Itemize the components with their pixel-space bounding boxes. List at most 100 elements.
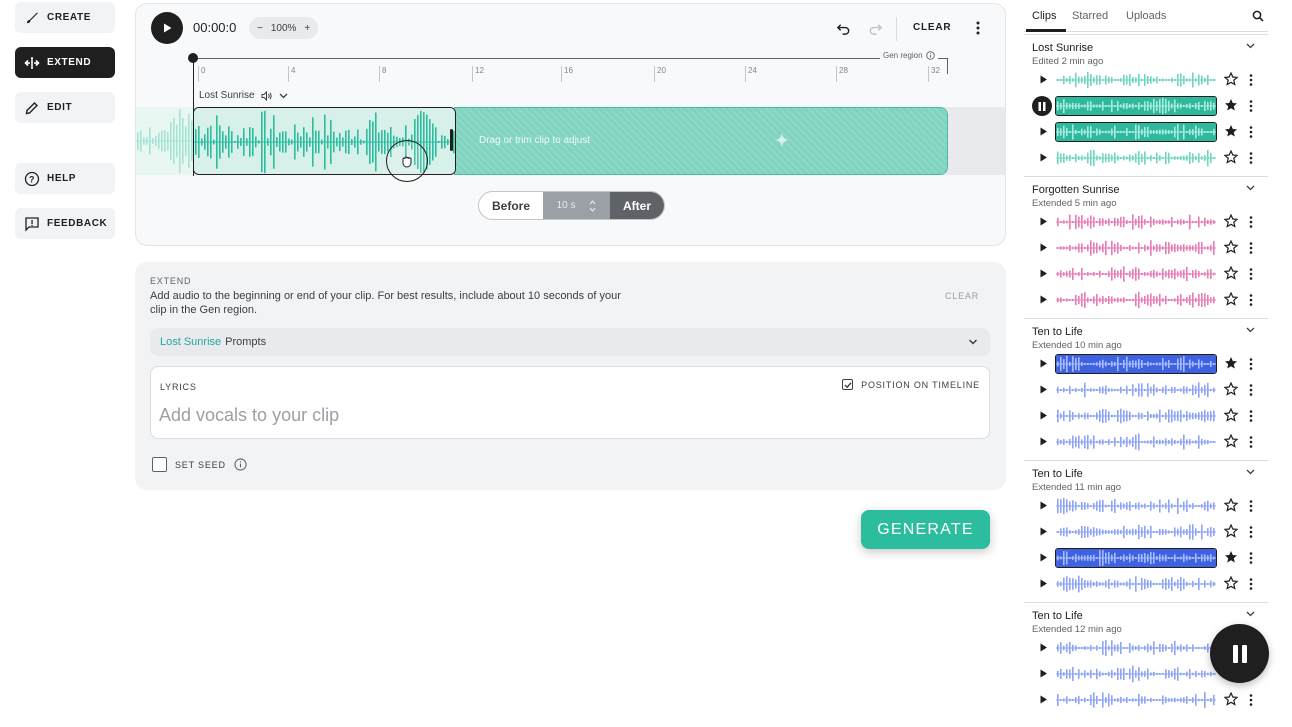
redo-button[interactable] (866, 19, 884, 37)
chevron-down-icon[interactable] (279, 93, 288, 99)
clip-play-icon[interactable] (1038, 500, 1049, 511)
clip-play-icon[interactable] (1038, 578, 1049, 589)
seed-checkbox[interactable] (152, 457, 167, 472)
clip-row[interactable] (1024, 430, 1268, 454)
play-button[interactable] (151, 12, 183, 44)
floating-pause-button[interactable] (1210, 624, 1269, 683)
clip-waveform[interactable] (1056, 665, 1216, 683)
chevron-down-icon[interactable] (1246, 43, 1255, 49)
clip-row[interactable] (1024, 94, 1268, 118)
clip-play-icon[interactable] (1038, 436, 1049, 447)
clip-row[interactable] (1024, 68, 1268, 92)
clip-waveform[interactable] (1055, 354, 1217, 374)
clip-row[interactable] (1024, 120, 1268, 144)
chevron-down-icon[interactable] (1246, 611, 1255, 617)
more-vert-icon[interactable] (1248, 357, 1254, 371)
clip-row[interactable] (1024, 520, 1268, 544)
chevron-down-icon[interactable] (1246, 185, 1255, 191)
clip-play-icon[interactable] (1038, 294, 1049, 305)
more-vert-icon[interactable] (1248, 577, 1254, 591)
after-button[interactable]: After (610, 192, 664, 219)
clip-waveform[interactable] (1056, 497, 1216, 515)
tab-clips[interactable]: Clips (1032, 10, 1056, 22)
clip-play-icon[interactable] (1038, 526, 1049, 537)
clip-play-icon[interactable] (1038, 242, 1049, 253)
more-vert-icon[interactable] (1248, 293, 1254, 307)
clip-waveform[interactable] (1056, 691, 1216, 709)
clip-row[interactable] (1024, 288, 1268, 312)
more-vert-icon[interactable] (1248, 125, 1254, 139)
clip-waveform[interactable] (1056, 575, 1216, 593)
more-vert-icon[interactable] (1248, 409, 1254, 423)
more-vert-icon[interactable] (1248, 525, 1254, 539)
clip-waveform[interactable] (1056, 407, 1216, 425)
star-outline-icon[interactable] (1224, 434, 1238, 448)
clip-row[interactable] (1024, 404, 1268, 428)
prompts-dropdown[interactable]: Lost Sunrise Prompts (150, 328, 990, 356)
volume-icon[interactable] (261, 90, 273, 101)
clip-play-icon[interactable] (1038, 358, 1049, 369)
star-outline-icon[interactable] (1224, 214, 1238, 228)
trim-handle[interactable] (450, 129, 453, 151)
clip-group-title[interactable]: Forgotten Sunrise (1032, 184, 1119, 196)
star-filled-icon[interactable] (1224, 124, 1238, 138)
clip-waveform[interactable] (1055, 548, 1217, 568)
more-vert-icon[interactable] (1248, 693, 1254, 707)
more-vert-icon[interactable] (1248, 499, 1254, 513)
clip-play-icon[interactable] (1038, 74, 1049, 85)
clip-waveform[interactable] (1055, 96, 1217, 116)
star-filled-icon[interactable] (1224, 550, 1238, 564)
position-on-timeline-toggle[interactable]: POSITION ON TIMELINE (842, 379, 980, 390)
nav-edit-button[interactable]: EDIT (15, 92, 115, 123)
clip-row[interactable] (1024, 352, 1268, 376)
more-vert-icon[interactable] (1248, 151, 1254, 165)
tab-starred[interactable]: Starred (1072, 10, 1108, 22)
star-outline-icon[interactable] (1224, 408, 1238, 422)
clip-waveform[interactable] (1055, 122, 1217, 142)
clip-row[interactable] (1024, 236, 1268, 260)
clip-group-title[interactable]: Lost Sunrise (1032, 42, 1093, 54)
nav-help-button[interactable]: ? HELP (15, 163, 115, 194)
chevron-down-icon[interactable] (1246, 469, 1255, 475)
zoom-in-button[interactable]: + (304, 23, 310, 34)
star-outline-icon[interactable] (1224, 266, 1238, 280)
more-vert-icon[interactable] (1248, 99, 1254, 113)
clear-extend-button[interactable]: CLEAR (945, 291, 979, 301)
clip-play-icon[interactable] (1038, 384, 1049, 395)
clear-timeline-button[interactable]: CLEAR (913, 22, 951, 33)
nav-extend-button[interactable]: EXTEND (15, 47, 115, 78)
clip-waveform[interactable] (1056, 213, 1216, 231)
clip-play-icon[interactable] (1038, 126, 1049, 137)
search-icon[interactable] (1252, 10, 1264, 22)
clip-row[interactable] (1024, 572, 1268, 596)
star-filled-icon[interactable] (1224, 356, 1238, 370)
clip-group-title[interactable]: Ten to Life (1032, 468, 1083, 480)
nav-feedback-button[interactable]: FEEDBACK (15, 208, 115, 239)
clip-waveform[interactable] (1056, 265, 1216, 283)
clip-row[interactable] (1024, 494, 1268, 518)
clip-play-icon[interactable] (1038, 410, 1049, 421)
lyrics-input[interactable] (159, 405, 759, 426)
clip-play-icon[interactable] (1038, 152, 1049, 163)
more-vert-icon[interactable] (1248, 241, 1254, 255)
star-outline-icon[interactable] (1224, 72, 1238, 86)
clip-row[interactable] (1024, 378, 1268, 402)
undo-button[interactable] (834, 19, 852, 37)
more-vert-icon[interactable] (1248, 73, 1254, 87)
info-icon[interactable] (925, 51, 935, 60)
clip-pause-button[interactable] (1032, 96, 1052, 116)
star-outline-icon[interactable] (1224, 292, 1238, 306)
clip-play-icon[interactable] (1038, 268, 1049, 279)
star-outline-icon[interactable] (1224, 150, 1238, 164)
clip-waveform[interactable] (1056, 433, 1216, 451)
clip-waveform[interactable] (1056, 239, 1216, 257)
position-checkbox[interactable] (842, 379, 854, 390)
clip-waveform[interactable] (1056, 149, 1216, 167)
star-outline-icon[interactable] (1224, 524, 1238, 538)
star-outline-icon[interactable] (1224, 382, 1238, 396)
clip-group-title[interactable]: Ten to Life (1032, 326, 1083, 338)
more-vert-icon[interactable] (1248, 435, 1254, 449)
clip-row[interactable] (1024, 262, 1268, 286)
more-vert-icon[interactable] (1248, 267, 1254, 281)
clip-play-icon[interactable] (1038, 552, 1049, 563)
